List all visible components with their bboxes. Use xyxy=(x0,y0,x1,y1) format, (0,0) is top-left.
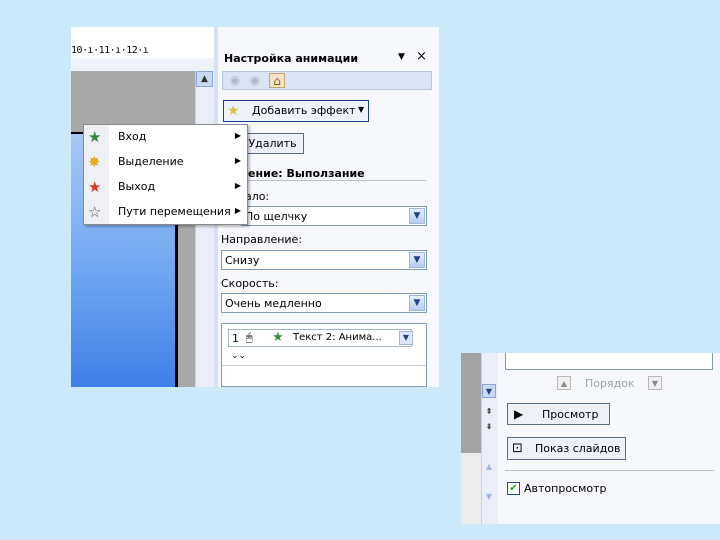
scroll-up-icon[interactable]: ▲ xyxy=(196,71,213,87)
play-button[interactable]: ▶ Просмотр xyxy=(507,403,610,425)
play-label: Просмотр xyxy=(542,408,599,421)
move-down-icon[interactable]: ▼ xyxy=(648,376,662,390)
menu-item-label: Выход xyxy=(118,180,156,193)
chevron-down-icon: ▼ xyxy=(358,105,365,114)
direction-label: Направление: xyxy=(221,233,303,246)
forward-icon[interactable]: ◉ xyxy=(247,73,263,88)
direction-select-value: Снизу xyxy=(225,254,260,267)
slide-workspace xyxy=(461,353,481,453)
submenu-arrow-icon: ▶ xyxy=(234,131,241,140)
next-slide-icon[interactable]: ⇟ xyxy=(482,420,496,434)
previous-slide-icon[interactable]: ⇞ xyxy=(482,405,496,419)
divider xyxy=(221,180,426,181)
autopreview-checkbox[interactable]: ✔ xyxy=(507,482,520,495)
chevron-down-icon[interactable]: ▼ xyxy=(409,295,425,311)
horizontal-ruler: 10·ı·11·ı·12·ı xyxy=(71,44,214,57)
slideshow-icon: ⊡ xyxy=(512,441,523,456)
add-effect-star-icon: ★ xyxy=(227,103,240,119)
divider xyxy=(222,365,426,366)
chevron-down-icon[interactable]: ▼ xyxy=(409,208,425,224)
submenu-arrow-icon: ▶ xyxy=(234,206,241,215)
add-effect-menu: ★ Вход ▶ ✸ Выделение ▶ ★ Выход ▶ ☆ Пути … xyxy=(83,124,248,225)
back-icon[interactable]: ◉ xyxy=(227,73,243,88)
emphasis-star-icon: ✸ xyxy=(88,153,101,171)
slideshow-label: Показ слайдов xyxy=(535,442,621,455)
pane-title: Настройка анимации xyxy=(224,52,359,65)
menu-item-exit[interactable]: ★ Выход ▶ xyxy=(84,175,247,200)
pane-menu-dropdown-icon[interactable]: ▼ xyxy=(398,52,405,62)
submenu-arrow-icon: ▶ xyxy=(234,156,241,165)
effect-list[interactable]: 1 🖱 ★ Текст 2: Анима... ▼ ⌄⌄ xyxy=(221,323,427,387)
slide-workspace-lower xyxy=(461,453,481,524)
add-effect-label: Добавить эффект xyxy=(252,104,356,117)
list-item-label: Текст 2: Анима... xyxy=(293,332,382,343)
ruler-strip xyxy=(71,58,217,71)
speed-select[interactable]: Очень медленно ▼ xyxy=(221,293,427,313)
scroll-down-icon[interactable]: ▼ xyxy=(482,384,496,398)
expand-icon[interactable]: ⌄⌄ xyxy=(231,351,246,361)
menu-item-emphasis[interactable]: ✸ Выделение ▶ xyxy=(84,150,247,175)
chevron-down-icon[interactable]: ▼ xyxy=(399,331,413,345)
slideshow-button[interactable]: ⊡ Показ слайдов xyxy=(507,437,626,460)
reorder-label: Порядок xyxy=(585,377,635,390)
add-effect-button[interactable]: ★ Добавить эффект ▼ xyxy=(223,100,369,122)
submenu-arrow-icon: ▶ xyxy=(234,181,241,190)
effect-list[interactable] xyxy=(505,353,713,370)
scroll-up-icon[interactable]: ▲ xyxy=(482,460,496,474)
mouse-click-icon: 🖱 xyxy=(246,331,253,344)
scroll-down-icon[interactable]: ▼ xyxy=(482,490,496,504)
change-effect-heading: енение: Выползание xyxy=(233,167,365,180)
autopreview-label: Автопросмотр xyxy=(524,482,607,495)
start-select-value: По щелчку xyxy=(245,210,308,223)
entrance-star-icon: ★ xyxy=(88,128,102,146)
menu-item-label: Выделение xyxy=(118,155,184,168)
exit-star-icon: ★ xyxy=(88,178,102,196)
start-label: ало: xyxy=(245,190,270,203)
menu-item-entrance[interactable]: ★ Вход ▶ xyxy=(84,125,247,150)
home-icon[interactable]: ⌂ xyxy=(269,73,285,88)
list-item-number: 1 xyxy=(232,332,239,345)
chevron-down-icon[interactable]: ▼ xyxy=(409,252,425,268)
list-item[interactable]: 1 🖱 ★ Текст 2: Анима... ▼ xyxy=(228,329,413,347)
divider xyxy=(505,470,714,471)
entrance-effect-icon: ★ xyxy=(272,330,284,345)
close-icon[interactable]: × xyxy=(416,49,427,64)
remove-button[interactable]: Удалить xyxy=(241,133,304,154)
vertical-scrollbar[interactable] xyxy=(195,71,215,387)
pane-navigation-bar: ◉ ◉ ⌂ xyxy=(222,71,432,90)
motion-path-star-icon: ☆ xyxy=(88,203,102,221)
speed-select-value: Очень медленно xyxy=(225,297,322,310)
speed-label: Скорость: xyxy=(221,277,279,290)
animation-pane-bottom: ▼ ⇞ ⇟ ▲ ▼ ▲ Порядок ▼ ▶ Просмотр ⊡ Показ… xyxy=(461,353,720,524)
play-icon: ▶ xyxy=(514,407,524,421)
start-select[interactable]: По щелчку ▼ xyxy=(241,206,427,226)
menu-item-label: Вход xyxy=(118,130,147,143)
move-up-icon[interactable]: ▲ xyxy=(557,376,571,390)
menu-item-motion-paths[interactable]: ☆ Пути перемещения ▶ xyxy=(84,200,247,225)
direction-select[interactable]: Снизу ▼ xyxy=(221,250,427,270)
menu-item-label: Пути перемещения xyxy=(118,205,231,218)
